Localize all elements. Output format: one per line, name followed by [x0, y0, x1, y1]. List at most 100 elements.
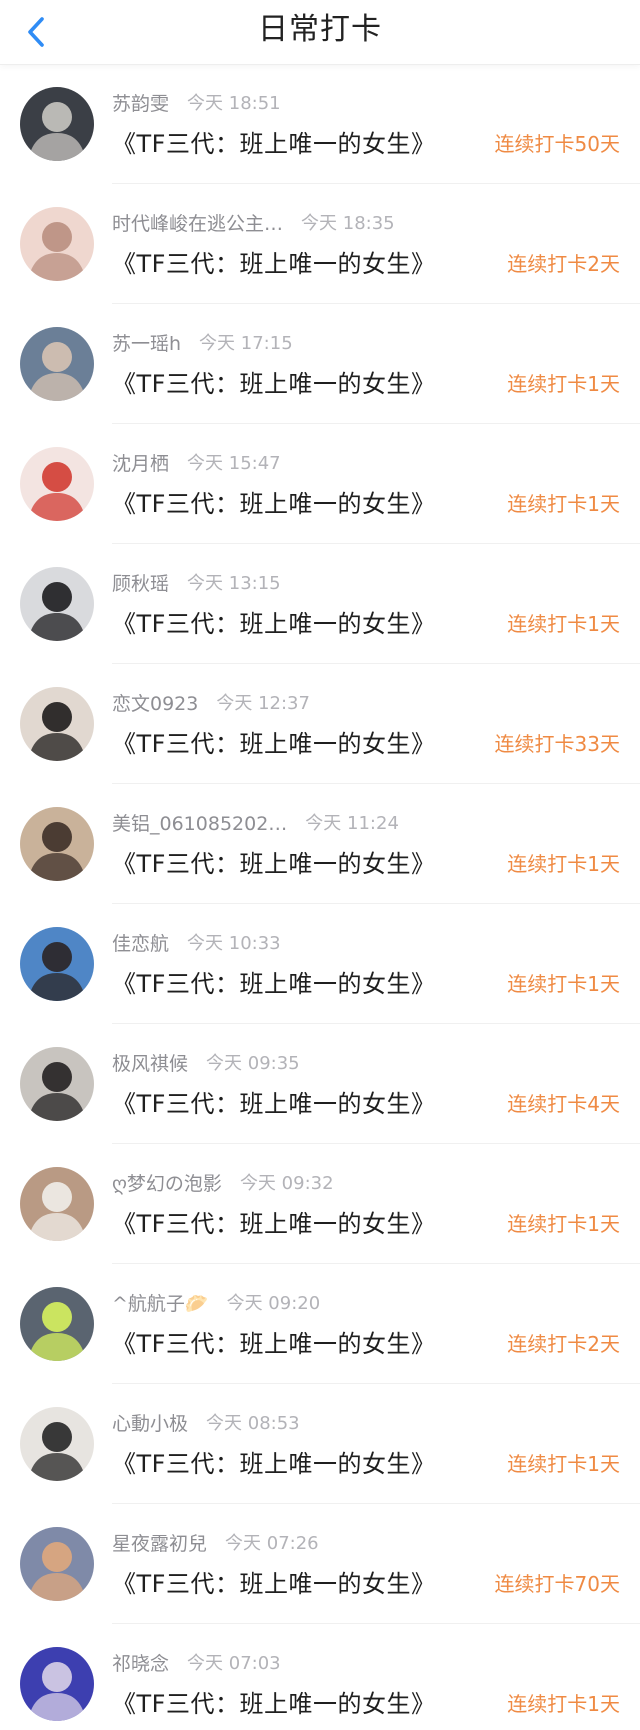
username[interactable]: 美铝_061085202…	[112, 809, 287, 836]
username[interactable]: 祁晓念	[112, 1649, 169, 1676]
page-title: 日常打卡	[258, 12, 382, 47]
timestamp: 今天 13:15	[187, 573, 281, 594]
list-item[interactable]: ^航航子🥟 今天 09:20 《TF三代：班上唯一的女生》 连续打卡2天	[0, 1264, 640, 1384]
username[interactable]: ღ梦幻の泡影	[112, 1169, 222, 1196]
book-title[interactable]: 《TF三代：班上唯一的女生》	[112, 364, 435, 399]
book-title[interactable]: 《TF三代：班上唯一的女生》	[112, 484, 435, 519]
avatar[interactable]	[20, 1167, 94, 1241]
streak-label: 连续打卡70天	[494, 1572, 620, 1596]
timestamp: 今天 15:47	[187, 453, 281, 474]
book-title[interactable]: 《TF三代：班上唯一的女生》	[112, 604, 435, 639]
entry-meta: 苏韵雯 今天 18:51	[112, 88, 281, 116]
avatar[interactable]	[20, 327, 94, 401]
username[interactable]: 心動小极	[112, 1409, 188, 1436]
book-title[interactable]: 《TF三代：班上唯一的女生》	[112, 124, 435, 159]
timestamp: 今天 18:51	[187, 93, 281, 114]
entry-meta: 苏一瑶h 今天 17:15	[112, 328, 293, 356]
timestamp: 今天 10:33	[187, 933, 281, 954]
app-screen: 日常打卡 苏韵雯 今天 18:51 《TF三代：班上唯一的女生》 连续打卡50天时代峰…	[0, 0, 640, 1730]
entry-meta: ^航航子🥟 今天 09:20	[112, 1288, 320, 1316]
book-title[interactable]: 《TF三代：班上唯一的女生》	[112, 1204, 435, 1239]
timestamp: 今天 12:37	[216, 693, 310, 714]
list-item[interactable]: 顾秋瑶 今天 13:15 《TF三代：班上唯一的女生》 连续打卡1天	[0, 544, 640, 664]
streak-label: 连续打卡1天	[507, 1692, 620, 1716]
username[interactable]: 佳恋航	[112, 929, 169, 956]
avatar[interactable]	[20, 807, 94, 881]
username[interactable]: 极风祺候	[112, 1049, 188, 1076]
streak-label: 连续打卡2天	[507, 252, 620, 276]
list-item[interactable]: 美铝_061085202… 今天 11:24 《TF三代：班上唯一的女生》 连续打卡1…	[0, 784, 640, 904]
streak-label: 连续打卡1天	[507, 612, 620, 636]
streak-label: 连续打卡4天	[507, 1092, 620, 1116]
book-title[interactable]: 《TF三代：班上唯一的女生》	[112, 1324, 435, 1359]
avatar[interactable]	[20, 927, 94, 1001]
avatar[interactable]	[20, 1047, 94, 1121]
streak-label: 连续打卡33天	[494, 732, 620, 756]
entry-meta: 星夜露初兒 今天 07:26	[112, 1528, 319, 1556]
book-title[interactable]: 《TF三代：班上唯一的女生》	[112, 1564, 435, 1599]
streak-label: 连续打卡1天	[507, 972, 620, 996]
avatar[interactable]	[20, 447, 94, 521]
avatar[interactable]	[20, 567, 94, 641]
avatar[interactable]	[20, 1287, 94, 1361]
username[interactable]: 星夜露初兒	[112, 1529, 207, 1556]
username[interactable]: 恋文0923	[112, 689, 198, 716]
avatar[interactable]	[20, 207, 94, 281]
avatar[interactable]	[20, 1407, 94, 1481]
entry-meta: ღ梦幻の泡影 今天 09:32	[112, 1168, 334, 1196]
timestamp: 今天 08:53	[206, 1413, 300, 1434]
entry-meta: 极风祺候 今天 09:35	[112, 1048, 300, 1076]
username[interactable]: 顾秋瑶	[112, 569, 169, 596]
timestamp: 今天 18:35	[301, 213, 395, 234]
entry-meta: 心動小极 今天 08:53	[112, 1408, 300, 1436]
streak-label: 连续打卡1天	[507, 492, 620, 516]
streak-label: 连续打卡1天	[507, 1452, 620, 1476]
book-title[interactable]: 《TF三代：班上唯一的女生》	[112, 1444, 435, 1479]
book-title[interactable]: 《TF三代：班上唯一的女生》	[112, 844, 435, 879]
streak-label: 连续打卡1天	[507, 852, 620, 876]
username[interactable]: 沈月栖	[112, 449, 169, 476]
list-item[interactable]: 极风祺候 今天 09:35 《TF三代：班上唯一的女生》 连续打卡4天	[0, 1024, 640, 1144]
entry-meta: 时代峰峻在逃公主… 今天 18:35	[112, 208, 395, 236]
book-title[interactable]: 《TF三代：班上唯一的女生》	[112, 1084, 435, 1119]
book-title[interactable]: 《TF三代：班上唯一的女生》	[112, 244, 435, 279]
list-item[interactable]: 祁晓念 今天 07:03 《TF三代：班上唯一的女生》 连续打卡1天	[0, 1624, 640, 1730]
checkin-list: 苏韵雯 今天 18:51 《TF三代：班上唯一的女生》 连续打卡50天时代峰峻在逃公主…	[0, 64, 640, 1730]
username[interactable]: ^航航子🥟	[112, 1289, 209, 1316]
timestamp: 今天 07:03	[187, 1653, 281, 1674]
list-item[interactable]: 苏一瑶h 今天 17:15 《TF三代：班上唯一的女生》 连续打卡1天	[0, 304, 640, 424]
book-title[interactable]: 《TF三代：班上唯一的女生》	[112, 1684, 435, 1719]
list-item[interactable]: 星夜露初兒 今天 07:26 《TF三代：班上唯一的女生》 连续打卡70天	[0, 1504, 640, 1624]
username[interactable]: 苏韵雯	[112, 89, 169, 116]
avatar[interactable]	[20, 1647, 94, 1721]
list-item[interactable]: 佳恋航 今天 10:33 《TF三代：班上唯一的女生》 连续打卡1天	[0, 904, 640, 1024]
timestamp: 今天 11:24	[305, 813, 399, 834]
streak-label: 连续打卡50天	[494, 132, 620, 156]
nav-bar: 日常打卡	[0, 0, 640, 65]
book-title[interactable]: 《TF三代：班上唯一的女生》	[112, 964, 435, 999]
entry-meta: 顾秋瑶 今天 13:15	[112, 568, 281, 596]
book-title[interactable]: 《TF三代：班上唯一的女生》	[112, 724, 435, 759]
list-item[interactable]: ღ梦幻の泡影 今天 09:32 《TF三代：班上唯一的女生》 连续打卡1天	[0, 1144, 640, 1264]
list-item[interactable]: 时代峰峻在逃公主… 今天 18:35 《TF三代：班上唯一的女生》 连续打卡2天	[0, 184, 640, 304]
timestamp: 今天 09:32	[239, 1173, 334, 1194]
list-item[interactable]: 苏韵雯 今天 18:51 《TF三代：班上唯一的女生》 连续打卡50天	[0, 64, 640, 184]
timestamp: 今天 09:35	[206, 1053, 300, 1074]
entry-meta: 恋文0923 今天 12:37	[112, 688, 310, 716]
timestamp: 今天 17:15	[199, 333, 293, 354]
entry-meta: 沈月栖 今天 15:47	[112, 448, 281, 476]
streak-label: 连续打卡2天	[507, 1332, 620, 1356]
list-item[interactable]: 恋文0923 今天 12:37 《TF三代：班上唯一的女生》 连续打卡33天	[0, 664, 640, 784]
streak-label: 连续打卡1天	[507, 372, 620, 396]
username[interactable]: 苏一瑶h	[112, 329, 181, 356]
list-item[interactable]: 沈月栖 今天 15:47 《TF三代：班上唯一的女生》 连续打卡1天	[0, 424, 640, 544]
avatar[interactable]	[20, 687, 94, 761]
avatar[interactable]	[20, 1527, 94, 1601]
avatar[interactable]	[20, 87, 94, 161]
timestamp: 今天 09:20	[226, 1293, 321, 1314]
entry-meta: 佳恋航 今天 10:33	[112, 928, 281, 956]
entry-meta: 祁晓念 今天 07:03	[112, 1648, 281, 1676]
entry-meta: 美铝_061085202… 今天 11:24	[112, 808, 399, 836]
username[interactable]: 时代峰峻在逃公主…	[112, 209, 283, 236]
list-item[interactable]: 心動小极 今天 08:53 《TF三代：班上唯一的女生》 连续打卡1天	[0, 1384, 640, 1504]
